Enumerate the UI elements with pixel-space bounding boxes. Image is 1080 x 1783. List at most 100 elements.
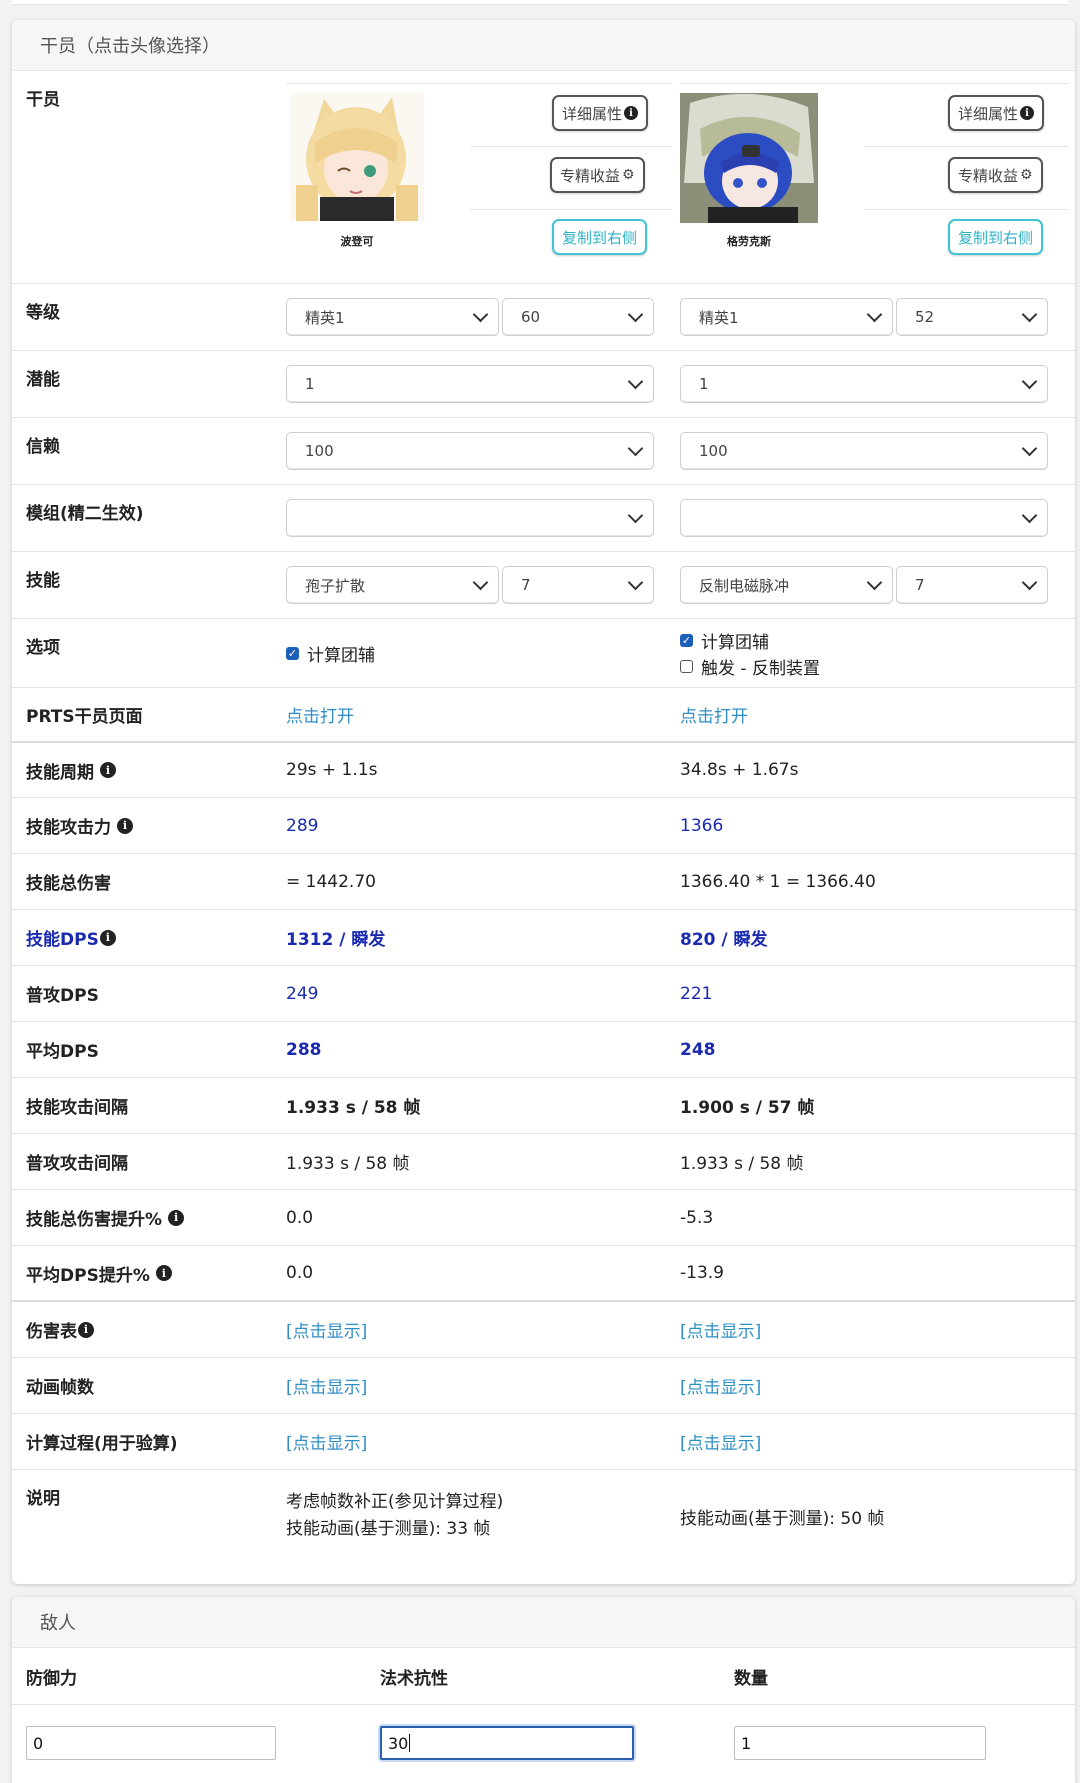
chevron-down-icon (627, 440, 644, 457)
left-module-select[interactable] (286, 499, 654, 537)
operator-card: 干员（点击头像选择） 干员 波登可 详细属性 i 专精收益 ⚙ 复制到右侧 格劳… (12, 20, 1075, 1584)
right-mastery-button[interactable]: 专精收益 ⚙ (948, 157, 1043, 193)
enemy-labels-row: 防御力 法术抗性 数量 (12, 1648, 1075, 1705)
avg-dps-pct-label-text: 平均DPS提升% (26, 1265, 150, 1286)
left-mastery-button[interactable]: 专精收益 ⚙ (550, 157, 645, 193)
right-options: ✓ 计算团辅 触发 - 反制装置 (680, 619, 1075, 687)
left-skill-interval: 1.933 s / 58 帧 (286, 1098, 421, 1118)
right-avg-dps-pct: -13.9 (680, 1263, 724, 1283)
info-icon[interactable]: i (78, 1321, 94, 1338)
res-label: 法术抗性 (380, 1668, 448, 1689)
left-copy-right-button[interactable]: 复制到右侧 (552, 219, 648, 255)
info-icon[interactable]: i (168, 1209, 185, 1226)
right-level-select[interactable]: 52 (896, 298, 1048, 336)
left-potential-select[interactable]: 1 (286, 365, 654, 403)
count-label: 数量 (734, 1668, 768, 1689)
right-copy-right-button[interactable]: 复制到右侧 (948, 219, 1044, 255)
left-potential: 1 (286, 351, 680, 417)
skill-dps-row: 技能DPS i 1312 / 瞬发 820 / 瞬发 (12, 910, 1075, 966)
left-skill-value: 孢子扩散 (305, 576, 366, 595)
chevron-down-icon (866, 306, 883, 323)
left-option-team-buff-label: 计算团辅 (307, 645, 375, 666)
checkbox-checked-icon[interactable]: ✓ (680, 633, 693, 647)
left-damage-table-link[interactable]: [点击显示] (286, 1317, 367, 1342)
left-calc-process-link[interactable]: [点击显示] (286, 1429, 367, 1454)
right-trust-select[interactable]: 100 (680, 432, 1048, 470)
left-operator-avatar[interactable] (290, 93, 424, 221)
notes-label: 说明 (26, 1489, 60, 1509)
chevron-down-icon (627, 306, 644, 323)
anim-frames-row: 动画帧数 [点击显示] [点击显示] (12, 1358, 1075, 1414)
chevron-down-icon (472, 306, 489, 323)
right-operator-avatar[interactable] (680, 93, 818, 223)
operator-label: 干员 (26, 90, 60, 110)
left-skill-level-select[interactable]: 7 (502, 566, 654, 604)
operator-portrait-blue-icon (680, 93, 818, 223)
right-damage-table-link[interactable]: [点击显示] (680, 1317, 761, 1342)
skill-total-row: 技能总伤害 = 1442.70 1366.40 * 1 = 1366.40 (12, 854, 1075, 910)
left-anim-frames-link[interactable]: [点击显示] (286, 1373, 367, 1398)
right-skill-level-value: 7 (915, 576, 925, 594)
left-option-team-buff[interactable]: ✓ 计算团辅 (286, 641, 375, 666)
top-edge (12, 0, 1068, 5)
skill-total-pct-label: 技能总伤害提升% i (12, 1190, 286, 1245)
info-icon[interactable]: i (155, 1265, 172, 1281)
right-skill: 反制电磁脉冲 7 (680, 552, 1075, 618)
left-skill-select[interactable]: 孢子扩散 (286, 566, 499, 604)
right-elite-select[interactable]: 精英1 (680, 298, 893, 336)
chevron-down-icon (627, 574, 644, 591)
right-calc-process-link[interactable]: [点击显示] (680, 1429, 761, 1454)
left-normal-dps: 249 (286, 983, 319, 1004)
skill-atk-label: 技能攻击力 i (12, 798, 286, 853)
left-copy-right-button-label: 复制到右侧 (562, 228, 638, 247)
left-skill: 孢子扩散 7 (286, 552, 680, 618)
right-option-trigger-device[interactable]: 触发 - 反制装置 (680, 653, 820, 679)
right-potential-select[interactable]: 1 (680, 365, 1048, 403)
skill-dps-label-text: 技能DPS (26, 930, 99, 950)
normal-interval-row: 普攻攻击间隔 1.933 s / 58 帧 1.933 s / 58 帧 (12, 1134, 1075, 1190)
right-elite-value: 精英1 (699, 308, 739, 327)
right-skill-select[interactable]: 反制电磁脉冲 (680, 566, 893, 604)
left-level-select[interactable]: 60 (502, 298, 654, 336)
left-detail-button[interactable]: 详细属性 i (552, 95, 649, 131)
right-option-team-buff[interactable]: ✓ 计算团辅 (680, 627, 769, 653)
info-icon[interactable]: i (100, 762, 116, 778)
skill-total-label: 技能总伤害 (26, 874, 111, 894)
right-notes: 技能动画(基于测量): 50 帧 (680, 1470, 1075, 1562)
res-input[interactable]: 30 (380, 1726, 634, 1760)
checkbox-unchecked-icon[interactable] (680, 659, 693, 673)
left-skill-dps: 1312 / 瞬发 (286, 930, 386, 950)
right-potential: 1 (680, 351, 1075, 417)
skill-atk-label-text: 技能攻击力 (26, 818, 111, 838)
right-module (680, 485, 1075, 551)
chevron-down-icon (627, 507, 644, 524)
right-skill-level-select[interactable]: 7 (896, 566, 1048, 604)
chevron-down-icon (1021, 574, 1038, 591)
defense-input[interactable]: 0 (26, 1726, 276, 1760)
left-avg-dps: 288 (286, 1039, 322, 1060)
right-copy-right-button-label: 复制到右侧 (958, 228, 1034, 247)
info-icon[interactable]: i (117, 817, 133, 834)
right-prts-link[interactable]: 点击打开 (680, 702, 748, 727)
left-prts-link[interactable]: 点击打开 (286, 702, 354, 727)
count-input[interactable]: 1 (734, 1726, 986, 1760)
skill-dps-label: 技能DPS i (12, 910, 286, 965)
left-operator-name: 波登可 (340, 235, 374, 248)
right-calc-process: [点击显示] (680, 1414, 1075, 1469)
right-damage-table: [点击显示] (680, 1302, 1075, 1357)
right-anim-frames-link[interactable]: [点击显示] (680, 1373, 761, 1398)
left-skill-atk: 289 (286, 815, 319, 836)
left-elite-select[interactable]: 精英1 (286, 298, 499, 336)
right-module-select[interactable] (680, 499, 1048, 537)
right-skill-interval: 1.900 s / 57 帧 (680, 1098, 815, 1118)
right-trust-value: 100 (699, 442, 728, 460)
info-icon[interactable]: i (99, 929, 116, 946)
checkbox-checked-icon[interactable]: ✓ (286, 646, 299, 660)
right-detail-button[interactable]: 详细属性 i (948, 95, 1045, 131)
skill-cycle-label: 技能周期 i (12, 743, 286, 797)
left-trust-select[interactable]: 100 (286, 432, 654, 470)
left-damage-table: [点击显示] (286, 1302, 680, 1357)
left-level: 精英1 60 (286, 284, 680, 350)
right-option-team-buff-label: 计算团辅 (701, 632, 769, 653)
calc-process-label: 计算过程(用于验算) (26, 1434, 178, 1454)
